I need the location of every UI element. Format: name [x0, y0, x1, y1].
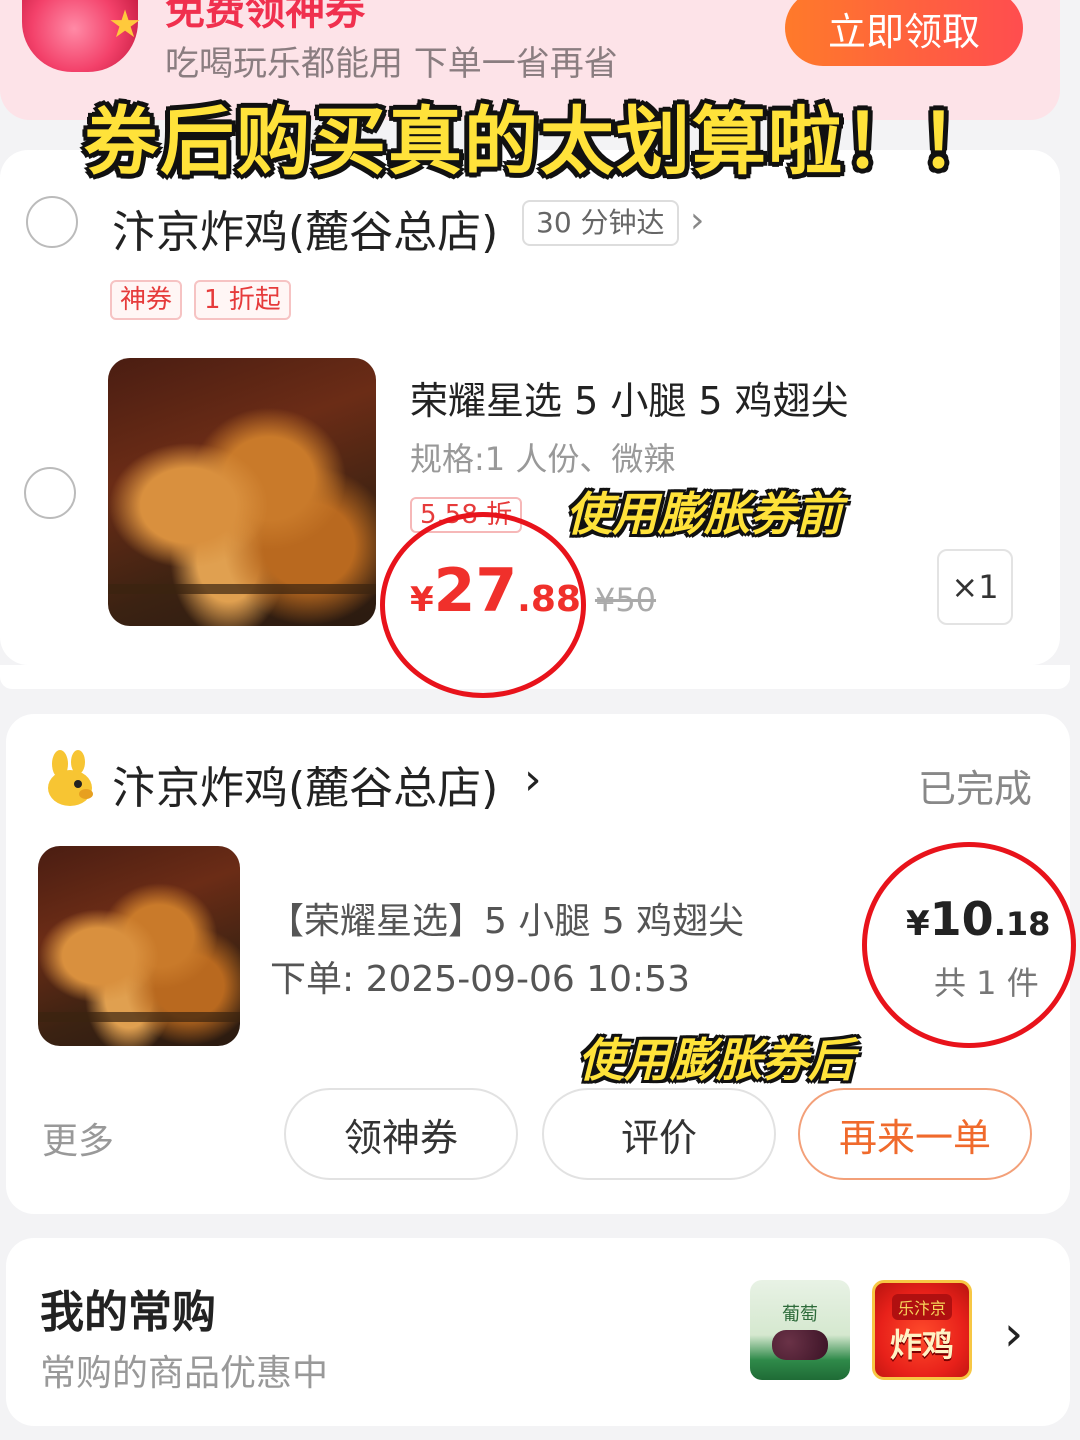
order-status: 已完成	[918, 767, 1033, 811]
grape-icon	[772, 1330, 828, 1360]
banner-subtitle: 吃喝玩乐都能用 下单一省再省	[165, 44, 618, 84]
before-coupon-caption: 使用膨胀券前	[566, 487, 842, 541]
store-select-radio-icon[interactable]	[26, 196, 78, 248]
frequent-item-thumb-chicken[interactable]: 乐汴京 炸鸡	[872, 1280, 972, 1380]
cart-store-name[interactable]: 汴京炸鸡(麓谷总店)	[112, 196, 498, 260]
star-icon: ★	[108, 2, 143, 46]
thumb-label: 葡萄	[782, 1304, 818, 1325]
chevron-right-icon[interactable]: ›	[1004, 1306, 1023, 1362]
get-coupon-button[interactable]: 领神券	[284, 1088, 518, 1180]
thumb-brand: 乐汴京	[891, 1294, 952, 1320]
store-logo-icon	[48, 750, 93, 806]
order-store-name[interactable]: 汴京炸鸡(麓谷总店)	[112, 752, 498, 816]
order-product-image[interactable]	[38, 846, 240, 1046]
thumb-label: 炸鸡	[889, 1326, 954, 1364]
cart-product-spec: 规格:1 人份、微辣	[410, 440, 676, 478]
more-button[interactable]: 更多	[42, 1112, 114, 1164]
reorder-button[interactable]: 再来一单	[798, 1088, 1032, 1180]
review-button[interactable]: 评价	[542, 1088, 776, 1180]
after-coupon-caption: 使用膨胀券后	[578, 1033, 854, 1087]
order-product-name[interactable]: 【荣耀星选】5 小腿 5 鸡翅尖	[268, 892, 744, 944]
banner-title: 免费领神券	[165, 0, 365, 34]
order-time: 下单: 2025-09-06 10:53	[270, 959, 690, 1000]
original-price: ¥50	[594, 581, 657, 619]
overlay-caption: 券后购买真的太划算啦！！	[84, 99, 996, 185]
cart-product-name[interactable]: 荣耀星选 5 小腿 5 鸡翅尖	[410, 370, 849, 425]
item-select-radio-icon[interactable]	[24, 467, 76, 519]
claim-now-button[interactable]: 立即领取	[785, 0, 1023, 66]
tag-super-coupon: 神券	[110, 280, 183, 320]
tag-discount-from: 1 折起	[194, 280, 291, 320]
chevron-right-icon[interactable]: ›	[524, 754, 542, 805]
frequent-subtitle: 常购的商品优惠中	[40, 1353, 329, 1394]
highlight-circle	[862, 842, 1076, 1048]
eta-badge: 30 分钟达	[522, 200, 679, 246]
chevron-right-icon[interactable]: ›	[690, 200, 704, 241]
highlight-circle	[380, 512, 586, 698]
product-image[interactable]	[108, 358, 376, 626]
quantity-stepper[interactable]: ×1	[937, 549, 1013, 625]
frequent-title: 我的常购	[40, 1287, 216, 1338]
frequent-item-thumb-grape[interactable]: 葡萄	[750, 1280, 850, 1380]
